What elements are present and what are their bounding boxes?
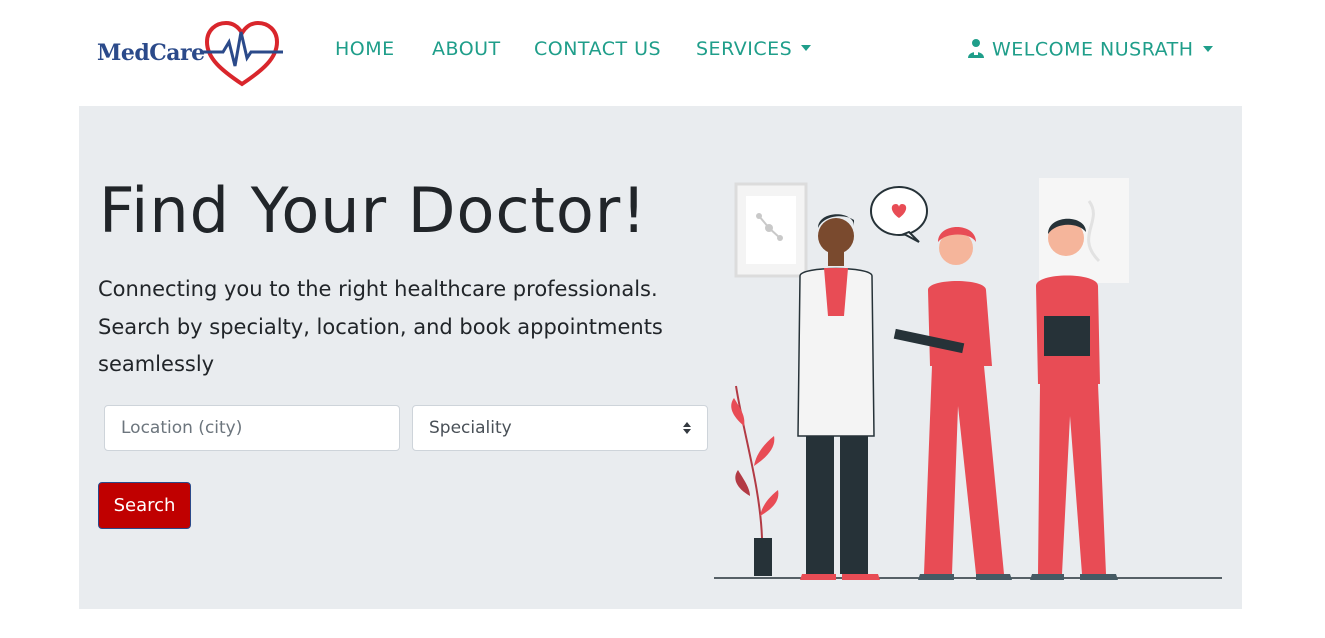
navbar: MedCare HOME ABOUT CONTACT US SERVICES W… xyxy=(0,0,1325,105)
chevron-down-icon xyxy=(1202,45,1213,52)
user-welcome-label: WELCOME NUSRATH xyxy=(992,38,1194,61)
doctors-team-illustration xyxy=(714,178,1222,580)
nav-home-link[interactable]: HOME xyxy=(335,38,395,60)
nav-services-dropdown[interactable]: SERVICES xyxy=(696,38,812,60)
nav-contact-link[interactable]: CONTACT US xyxy=(534,38,661,60)
hero-section: Find Your Doctor! Connecting you to the … xyxy=(79,106,1242,609)
select-arrows-icon xyxy=(683,422,691,434)
search-button[interactable]: Search xyxy=(98,482,191,529)
brand-name: MedCare xyxy=(97,40,205,66)
user-menu-dropdown[interactable]: WELCOME NUSRATH xyxy=(966,38,1213,62)
page-title: Find Your Doctor! xyxy=(99,174,648,247)
brand-logo[interactable]: MedCare xyxy=(97,18,287,88)
location-input[interactable] xyxy=(104,405,400,451)
nav-services-label: SERVICES xyxy=(696,38,793,60)
nav-about-link[interactable]: ABOUT xyxy=(432,38,501,60)
specialty-select[interactable]: Speciality xyxy=(412,405,708,451)
chevron-down-icon xyxy=(801,45,812,51)
heart-pulse-icon xyxy=(201,20,283,87)
hero-description: Connecting you to the right healthcare p… xyxy=(98,277,663,376)
user-icon xyxy=(968,39,984,58)
specialty-select-value: Speciality xyxy=(429,418,512,438)
